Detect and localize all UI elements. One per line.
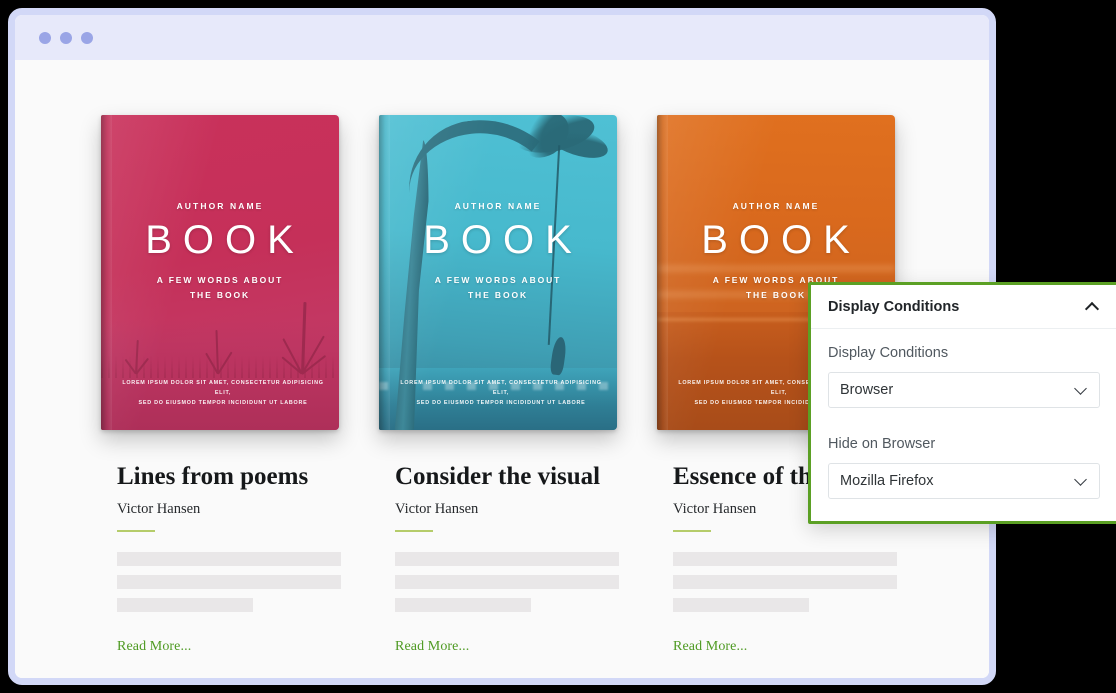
card-author: Victor Hansen bbox=[117, 500, 201, 517]
cover-subtitle-line1: A FEW WORDS ABOUT bbox=[434, 275, 562, 285]
read-more-link[interactable]: Read More... bbox=[673, 639, 747, 655]
cover-subtitle-line2: THE BOOK bbox=[189, 289, 251, 300]
skeleton-line bbox=[673, 574, 897, 589]
cover-author-label: AUTHOR NAME bbox=[454, 201, 542, 211]
cover-subtitle-line1: A FEW WORDS ABOUT bbox=[156, 275, 284, 285]
book-cover-text: AUTHOR NAME BOOK A FEW WORDS ABOUT THE B… bbox=[101, 201, 339, 303]
skeleton-line bbox=[395, 574, 619, 589]
cover-footer-line1: LOREM IPSUM DOLOR SIT AMET, CONSECTETUR … bbox=[122, 380, 324, 396]
read-more-link[interactable]: Read More... bbox=[395, 639, 469, 655]
window-minimize-dot-icon[interactable] bbox=[60, 31, 72, 44]
chevron-down-icon[interactable] bbox=[1075, 475, 1088, 488]
cover-title-label: BOOK bbox=[701, 218, 861, 262]
card-divider bbox=[117, 529, 155, 532]
read-more-link[interactable]: Read More... bbox=[117, 639, 191, 655]
book-cover-pink: AUTHOR NAME BOOK A FEW WORDS ABOUT THE B… bbox=[101, 115, 339, 430]
skeleton-line bbox=[117, 551, 341, 566]
book-cover-wrapper[interactable]: AUTHOR NAME BOOK A FEW WORDS ABOUT THE B… bbox=[101, 115, 341, 433]
cover-footer-line1: LOREM IPSUM DOLOR SIT AMET, CONSECTETUR … bbox=[400, 380, 602, 396]
hide-on-browser-select-value: Mozilla Firefox bbox=[840, 473, 934, 489]
cover-subtitle-line2: THE BOOK bbox=[467, 289, 529, 300]
window-maximize-dot-icon[interactable] bbox=[81, 31, 93, 44]
display-conditions-panel: Display Conditions Display Conditions Br… bbox=[808, 282, 1116, 524]
hide-on-browser-select[interactable]: Mozilla Firefox bbox=[828, 463, 1100, 499]
cover-title-label: BOOK bbox=[145, 218, 305, 262]
skeleton-line bbox=[395, 551, 619, 566]
book-cover-teal: AUTHOR NAME BOOK A FEW WORDS ABOUT THE B… bbox=[379, 115, 617, 430]
book-cover-text: AUTHOR NAME BOOK A FEW WORDS ABOUT THE B… bbox=[379, 201, 617, 303]
window-close-dot-icon[interactable] bbox=[39, 31, 51, 44]
display-conditions-select-value: Browser bbox=[840, 382, 894, 398]
browser-title-bar bbox=[15, 15, 989, 60]
skeleton-line bbox=[673, 597, 809, 612]
card-divider bbox=[673, 529, 711, 532]
skeleton-line bbox=[117, 597, 253, 612]
skeleton-line bbox=[395, 597, 531, 612]
book-card: AUTHOR NAME BOOK A FEW WORDS ABOUT THE B… bbox=[101, 115, 357, 655]
display-conditions-field-label: Display Conditions bbox=[828, 345, 949, 361]
cover-title-label: BOOK bbox=[423, 218, 583, 262]
cover-author-label: AUTHOR NAME bbox=[732, 201, 820, 211]
hide-on-browser-field-label: Hide on Browser bbox=[828, 436, 936, 452]
book-cover-wrapper[interactable]: AUTHOR NAME BOOK A FEW WORDS ABOUT THE B… bbox=[379, 115, 619, 433]
cover-author-label: AUTHOR NAME bbox=[176, 201, 264, 211]
cover-footer-line2: SED DO EIUSMOD TEMPOR INCIDIDUNT UT LABO… bbox=[138, 400, 308, 406]
book-cover-footer: LOREM IPSUM DOLOR SIT AMET, CONSECTETUR … bbox=[119, 378, 327, 408]
cover-footer-line2: SED DO EIUSMOD TEMPOR INCIDIDUNT UT LABO… bbox=[416, 400, 586, 406]
display-conditions-panel-body: Display Conditions Browser Hide on Brows… bbox=[811, 329, 1116, 521]
display-conditions-panel-header[interactable]: Display Conditions bbox=[811, 285, 1116, 329]
book-cover-footer: LOREM IPSUM DOLOR SIT AMET, CONSECTETUR … bbox=[397, 378, 605, 408]
card-author: Victor Hansen bbox=[395, 500, 479, 517]
panel-title: Display Conditions bbox=[828, 299, 960, 315]
chevron-up-icon[interactable] bbox=[1086, 301, 1099, 314]
card-title: Lines from poems bbox=[117, 463, 309, 490]
card-divider bbox=[395, 529, 433, 532]
skeleton-line bbox=[117, 574, 341, 589]
display-conditions-select[interactable]: Browser bbox=[828, 372, 1100, 408]
book-card: AUTHOR NAME BOOK A FEW WORDS ABOUT THE B… bbox=[379, 115, 635, 655]
card-title: Consider the visual bbox=[395, 463, 601, 490]
skeleton-line bbox=[673, 551, 897, 566]
chevron-down-icon[interactable] bbox=[1075, 384, 1088, 397]
